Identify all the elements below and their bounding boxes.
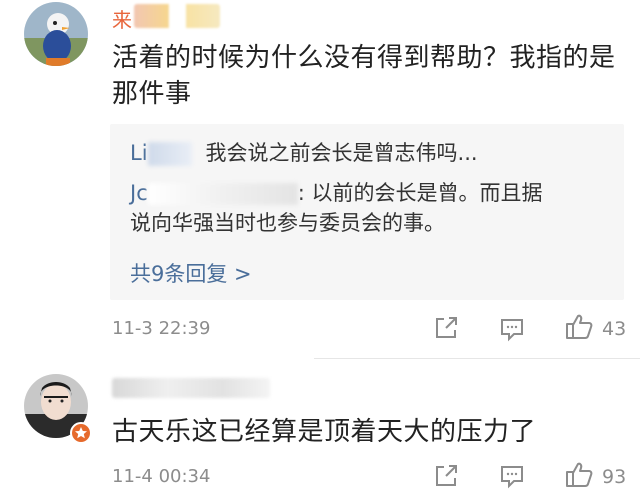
comment-icon[interactable] bbox=[498, 315, 526, 343]
share-icon[interactable] bbox=[432, 462, 460, 490]
reply-separator: : bbox=[297, 181, 305, 205]
reply-item[interactable]: Li 我会说之前会长是曾志伟吗... bbox=[130, 138, 610, 168]
like-count: 93 bbox=[602, 466, 627, 488]
comment-text: 古天乐这已经算是顶着天大的压力了 bbox=[112, 417, 537, 447]
reply-text: 以前的会长是曾。而且据 bbox=[311, 181, 543, 205]
comment-text-line: 那件事 bbox=[112, 79, 192, 109]
reply-item[interactable]: Jc: 以前的会长是曾。而且据 说向华强当时也参与委员会的事。 bbox=[130, 178, 610, 238]
share-icon[interactable] bbox=[432, 314, 460, 342]
reply-username[interactable]: Jc bbox=[130, 181, 148, 205]
username[interactable] bbox=[112, 376, 272, 398]
username-redacted bbox=[134, 4, 220, 28]
like-count: 43 bbox=[602, 318, 627, 340]
thumbs-up-icon[interactable] bbox=[564, 312, 594, 342]
comment-text: 活着的时候为什么没有得到帮助？我指的是 那件事 bbox=[112, 40, 622, 112]
username-redacted bbox=[112, 378, 270, 398]
comment-item: 古天乐这已经算是顶着天大的压力了 11-4 00:34 93 bbox=[0, 362, 640, 490]
reply-text: 说向华强当时也参与委员会的事。 bbox=[130, 211, 445, 235]
thumbs-up-icon[interactable] bbox=[564, 460, 594, 490]
comment-icon[interactable] bbox=[498, 462, 526, 490]
avatar[interactable] bbox=[24, 2, 88, 66]
divider bbox=[314, 358, 640, 359]
reply-box[interactable]: Li 我会说之前会长是曾志伟吗... Jc: 以前的会长是曾。而且据 说向华强当时… bbox=[110, 124, 624, 300]
username[interactable]: 来 bbox=[112, 4, 222, 32]
timestamp: 11-3 22:39 bbox=[112, 318, 211, 339]
timestamp: 11-4 00:34 bbox=[112, 466, 211, 487]
reply-username-redacted bbox=[147, 183, 298, 205]
more-replies-link[interactable]: 共9条回复 > bbox=[130, 258, 252, 288]
username-text: 来 bbox=[112, 8, 132, 32]
reply-text: 我会说之前会长是曾志伟吗... bbox=[205, 141, 478, 165]
reply-username-redacted bbox=[147, 142, 192, 166]
comment-text-line: 活着的时候为什么没有得到帮助？我指的是 bbox=[112, 43, 616, 73]
reply-username[interactable]: Li bbox=[130, 141, 148, 165]
verified-badge-icon bbox=[70, 422, 92, 444]
comment-item: 来 活着的时候为什么没有得到帮助？我指的是 那件事 Li 我会说之前会长是曾志伟吗… bbox=[0, 0, 640, 360]
